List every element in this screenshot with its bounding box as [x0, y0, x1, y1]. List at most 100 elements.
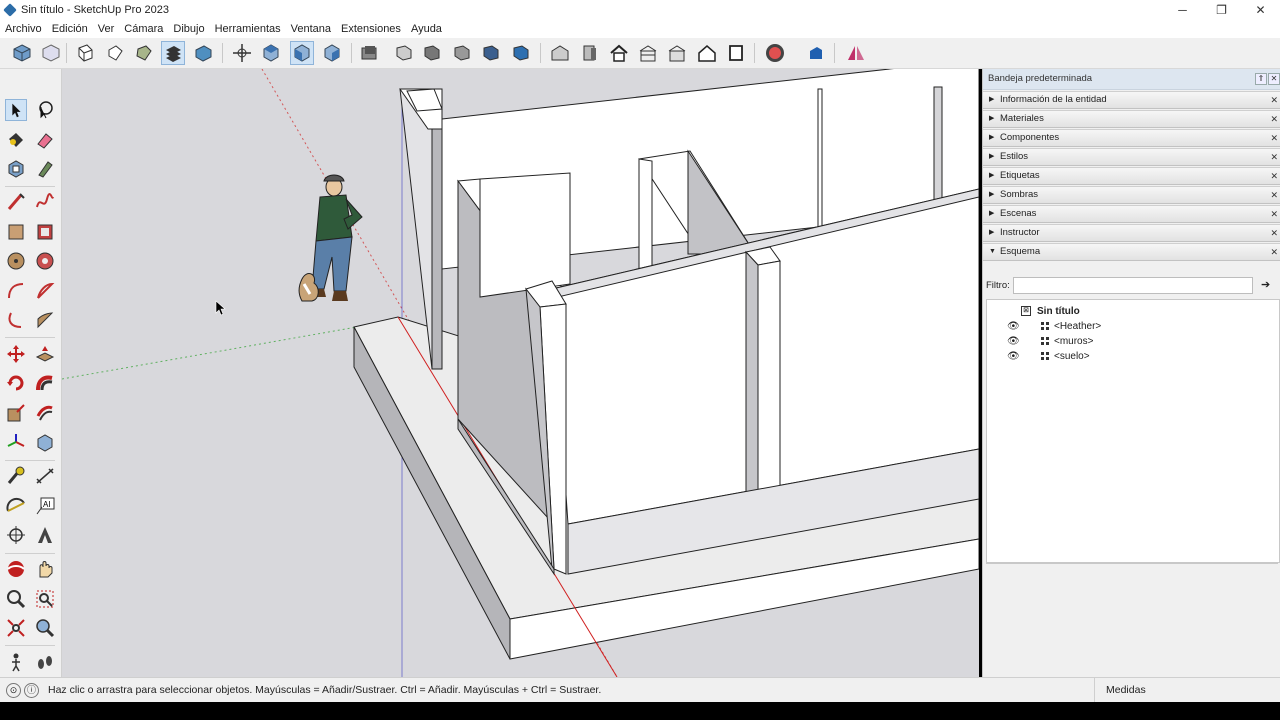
- polygon-icon[interactable]: [34, 250, 56, 272]
- axes-tool-icon[interactable]: [5, 524, 27, 546]
- panel-close-icon[interactable]: ✕: [1270, 244, 1278, 260]
- left-view-icon[interactable]: [421, 42, 443, 64]
- tray-close-icon[interactable]: ✕: [1268, 73, 1280, 85]
- panel-components[interactable]: ▶ Componentes ✕: [983, 129, 1280, 147]
- zoom-extents-icon[interactable]: [510, 42, 532, 64]
- panel-close-icon[interactable]: ✕: [1270, 130, 1278, 146]
- shaded-icon[interactable]: [161, 41, 185, 65]
- rectangle-icon[interactable]: [5, 221, 27, 243]
- panel-close-icon[interactable]: ✕: [1270, 168, 1278, 184]
- info-icon[interactable]: ⓘ: [24, 683, 39, 698]
- panel-scenes[interactable]: ▶ Escenas ✕: [983, 205, 1280, 223]
- section-cuts-icon[interactable]: [637, 42, 659, 64]
- menu-herramientas[interactable]: Herramientas: [210, 23, 286, 35]
- panel-shadows[interactable]: ▶ Sombras ✕: [983, 186, 1280, 204]
- maximize-button[interactable]: ❐: [1202, 0, 1241, 20]
- orbit-icon[interactable]: [231, 42, 253, 64]
- eye-icon[interactable]: 👁: [1007, 334, 1020, 349]
- panel-close-icon[interactable]: ✕: [1270, 149, 1278, 165]
- zoom-window-tool-icon[interactable]: [34, 588, 56, 610]
- solid-tools-icon[interactable]: [696, 42, 718, 64]
- panel-instructor[interactable]: ▶ Instructor ✕: [983, 224, 1280, 242]
- previous-view-icon[interactable]: [34, 617, 56, 639]
- walk-icon[interactable]: [34, 651, 56, 673]
- panel-outliner[interactable]: ▼ Esquema ✕: [983, 243, 1280, 261]
- tag-icon[interactable]: [34, 158, 56, 180]
- select-icon[interactable]: [5, 99, 27, 121]
- component-icon[interactable]: [5, 158, 27, 180]
- measurements-box[interactable]: Medidas: [1094, 678, 1280, 703]
- panel-close-icon[interactable]: ✕: [1270, 206, 1278, 222]
- panel-styles[interactable]: ▶ Estilos ✕: [983, 148, 1280, 166]
- filter-input[interactable]: [1013, 277, 1253, 294]
- menu-camara[interactable]: Cámara: [119, 23, 168, 35]
- panel-materials[interactable]: ▶ Materiales ✕: [983, 110, 1280, 128]
- follow-me-icon[interactable]: [34, 372, 56, 394]
- house-icon[interactable]: [608, 42, 630, 64]
- menu-ayuda[interactable]: Ayuda: [406, 23, 447, 35]
- rotated-rectangle-icon[interactable]: [34, 221, 56, 243]
- eraser-icon[interactable]: [34, 129, 56, 151]
- zoom-extents-tool-icon[interactable]: [5, 617, 27, 639]
- eye-icon[interactable]: 👁: [1007, 349, 1020, 364]
- lasso-icon[interactable]: [34, 99, 56, 121]
- bottom-view-icon[interactable]: [451, 42, 473, 64]
- xray-icon[interactable]: [40, 42, 62, 64]
- front-view-icon[interactable]: [290, 41, 314, 65]
- menu-extensiones[interactable]: Extensiones: [336, 23, 406, 35]
- orbit-tool-icon[interactable]: [5, 558, 27, 580]
- close-button[interactable]: ✕: [1241, 0, 1280, 20]
- top-view-icon[interactable]: [260, 42, 282, 64]
- freehand-icon[interactable]: [34, 191, 56, 213]
- back-view-icon[interactable]: [393, 42, 415, 64]
- warehouse-icon[interactable]: [549, 42, 571, 64]
- solid-icon[interactable]: [34, 431, 56, 453]
- panel-resize-handle[interactable]: [986, 563, 1278, 567]
- dimension-icon[interactable]: [34, 465, 56, 487]
- layout-icon[interactable]: [725, 42, 747, 64]
- panel-close-icon[interactable]: ✕: [1270, 111, 1278, 127]
- two-point-arc-icon[interactable]: [34, 280, 56, 302]
- style-builder-icon[interactable]: [805, 42, 827, 64]
- person-heather[interactable]: [298, 174, 363, 302]
- offset-icon[interactable]: [34, 402, 56, 424]
- paint-bucket-icon[interactable]: [5, 129, 27, 151]
- axes-icon[interactable]: [5, 431, 27, 453]
- eye-icon[interactable]: 👁: [1007, 319, 1020, 334]
- section-fill-icon[interactable]: [666, 42, 688, 64]
- menu-ver[interactable]: Ver: [93, 23, 120, 35]
- menu-dibujo[interactable]: Dibujo: [168, 23, 209, 35]
- outliner-item[interactable]: 👁 <suelo>: [1007, 349, 1090, 364]
- panel-tags[interactable]: ▶ Etiquetas ✕: [983, 167, 1280, 185]
- position-camera-icon[interactable]: [5, 651, 27, 673]
- drawing-viewport[interactable]: [62, 69, 979, 677]
- section-plane-icon[interactable]: [358, 42, 380, 64]
- zoom-tool-icon[interactable]: [5, 588, 27, 610]
- tape-measure-icon[interactable]: [5, 465, 27, 487]
- minimize-button[interactable]: ─: [1163, 0, 1202, 20]
- pin-icon[interactable]: ⇑: [1255, 73, 1267, 85]
- menu-archivo[interactable]: Archivo: [0, 23, 47, 35]
- outliner-options-icon[interactable]: ➔: [1261, 278, 1270, 291]
- circle-icon[interactable]: [5, 250, 27, 272]
- arc-icon[interactable]: [5, 280, 27, 302]
- panel-entity-info[interactable]: ▶ Información de la entidad ✕: [983, 91, 1280, 109]
- line-icon[interactable]: [5, 191, 27, 213]
- outliner-item[interactable]: 👁 <muros>: [1007, 334, 1093, 349]
- outliner-root[interactable]: ⊠ Sin título: [1021, 304, 1080, 319]
- ruby-icon[interactable]: [764, 42, 786, 64]
- rotate-icon[interactable]: [5, 372, 27, 394]
- wireframe-icon[interactable]: [104, 42, 126, 64]
- scale-icon[interactable]: [5, 402, 27, 424]
- panel-close-icon[interactable]: ✕: [1270, 225, 1278, 241]
- pie-icon[interactable]: [34, 309, 56, 331]
- three-point-arc-icon[interactable]: [5, 309, 27, 331]
- hidden-line-icon[interactable]: [133, 42, 155, 64]
- zoom-window-icon[interactable]: [480, 42, 502, 64]
- menu-edicion[interactable]: Edición: [47, 23, 93, 35]
- protractor-icon[interactable]: [5, 495, 27, 517]
- three-d-text-icon[interactable]: [34, 524, 56, 546]
- iso-view-icon[interactable]: [11, 42, 33, 64]
- panel-close-icon[interactable]: ✕: [1270, 187, 1278, 203]
- text-icon[interactable]: AI: [34, 495, 56, 517]
